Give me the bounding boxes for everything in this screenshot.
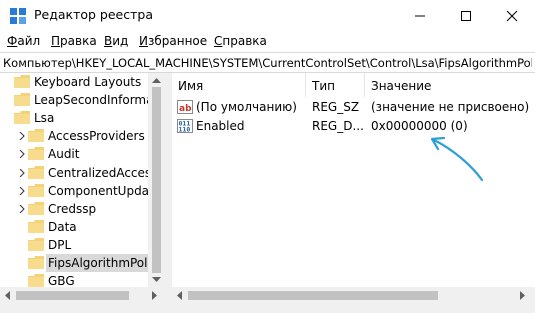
string-value-icon: ab (177, 100, 193, 114)
tree-item[interactable]: Audit (19, 145, 165, 163)
address-path[interactable]: Компьютер\HKEY_LOCAL_MACHINE\SYSTEM\Curr… (3, 56, 532, 70)
tree-item[interactable]: Credssp (19, 200, 165, 218)
menu-bar: Файл Правка Вид Избранное Справка (0, 31, 535, 52)
folder-icon (28, 129, 44, 143)
folder-icon (28, 147, 44, 161)
values-hscroll-thumb[interactable] (188, 291, 438, 300)
scroll-up-icon[interactable] (152, 77, 161, 83)
folder-icon (28, 237, 44, 251)
menu-file[interactable]: Файл (7, 34, 40, 48)
folder-icon (28, 219, 44, 233)
folder-icon (28, 183, 44, 197)
chevron-right-icon[interactable] (18, 186, 26, 195)
status-bar (0, 304, 535, 313)
minimize-button[interactable] (397, 0, 443, 31)
address-bar[interactable]: Компьютер\HKEY_LOCAL_MACHINE\SYSTEM\Curr… (0, 52, 535, 73)
tree-item-label: Credssp (48, 201, 97, 216)
chevron-right-icon[interactable] (18, 150, 26, 159)
column-header-name[interactable]: Имя (172, 73, 305, 97)
folder-icon (28, 201, 44, 215)
svg-text:ab: ab (179, 104, 192, 114)
tree-item-label: Data (48, 219, 77, 234)
pane-splitter[interactable] (165, 73, 172, 304)
close-icon (506, 10, 518, 22)
chevron-right-icon[interactable] (18, 132, 26, 141)
chevron-right-icon[interactable] (18, 204, 26, 213)
list-row[interactable]: ab (По умолчанию) REG_SZ (значение не пр… (172, 98, 535, 116)
maximize-icon (461, 11, 471, 21)
tree-item[interactable]: Lsa (14, 109, 154, 127)
scroll-right-icon[interactable] (520, 291, 526, 300)
folder-icon (28, 256, 44, 269)
tree-item-label: Keyboard Layouts (34, 75, 142, 89)
title-bar: Редактор реестра (0, 0, 535, 31)
folder-icon (28, 274, 44, 287)
tree-item[interactable]: CentralizedAccessPoli (19, 164, 165, 182)
key-tree[interactable]: Keyboard Layouts LeapSecondInformation Lsa… (0, 73, 165, 287)
folder-icon (14, 75, 30, 88)
tree-item-label: Audit (48, 147, 80, 162)
tree-item[interactable]: Data (28, 218, 165, 236)
tree-item[interactable]: LeapSecondInformation (14, 91, 165, 109)
tree-scroll-thumb[interactable] (152, 87, 161, 273)
scroll-right-icon[interactable] (152, 291, 158, 300)
column-header-value[interactable]: Значение (365, 73, 535, 97)
folder-icon (28, 165, 44, 179)
tree-item-label: Lsa (34, 111, 55, 126)
tree-item[interactable]: FipsAlgorithmPolicy (28, 254, 165, 272)
scroll-left-icon[interactable] (4, 291, 10, 300)
svg-text:110: 110 (179, 126, 191, 134)
menu-favorites[interactable]: Избранное (139, 34, 207, 48)
chevron-right-icon[interactable] (18, 168, 26, 177)
close-button[interactable] (489, 0, 535, 31)
maximize-button[interactable] (443, 0, 489, 31)
scroll-down-icon[interactable] (152, 277, 161, 283)
scroll-left-icon[interactable] (176, 291, 182, 300)
tree-hscroll-thumb[interactable] (16, 291, 129, 300)
window-title: Редактор реестра (34, 7, 153, 22)
tree-vertical-scrollbar[interactable] (148, 73, 165, 287)
regedit-app-icon (10, 8, 26, 24)
tree-horizontal-scrollbar[interactable] (0, 287, 165, 304)
values-horizontal-scrollbar[interactable] (172, 287, 535, 304)
binary-value-icon: 011 110 (177, 119, 193, 134)
tree-item[interactable]: ComponentUpdates (19, 182, 165, 200)
tree-item[interactable]: Keyboard Layouts (14, 73, 154, 91)
tree-item-label: GBG (48, 274, 75, 287)
menu-edit[interactable]: Правка (51, 34, 97, 48)
folder-icon (14, 111, 30, 125)
menu-view[interactable]: Вид (104, 34, 128, 48)
tree-item[interactable]: DPL (28, 236, 165, 254)
menu-help[interactable]: Справка (214, 34, 267, 48)
minimize-icon (415, 15, 425, 17)
tree-item[interactable]: AccessProviders (19, 127, 165, 145)
annotation-arrow-icon (430, 136, 484, 182)
tree-item-label: LeapSecondInformation (34, 93, 165, 108)
tree-item[interactable]: GBG (28, 272, 165, 287)
tree-item-label: DPL (48, 237, 72, 252)
tree-item-label: AccessProviders (48, 129, 145, 144)
column-header-type[interactable]: Тип (306, 73, 364, 97)
folder-icon (14, 93, 30, 107)
